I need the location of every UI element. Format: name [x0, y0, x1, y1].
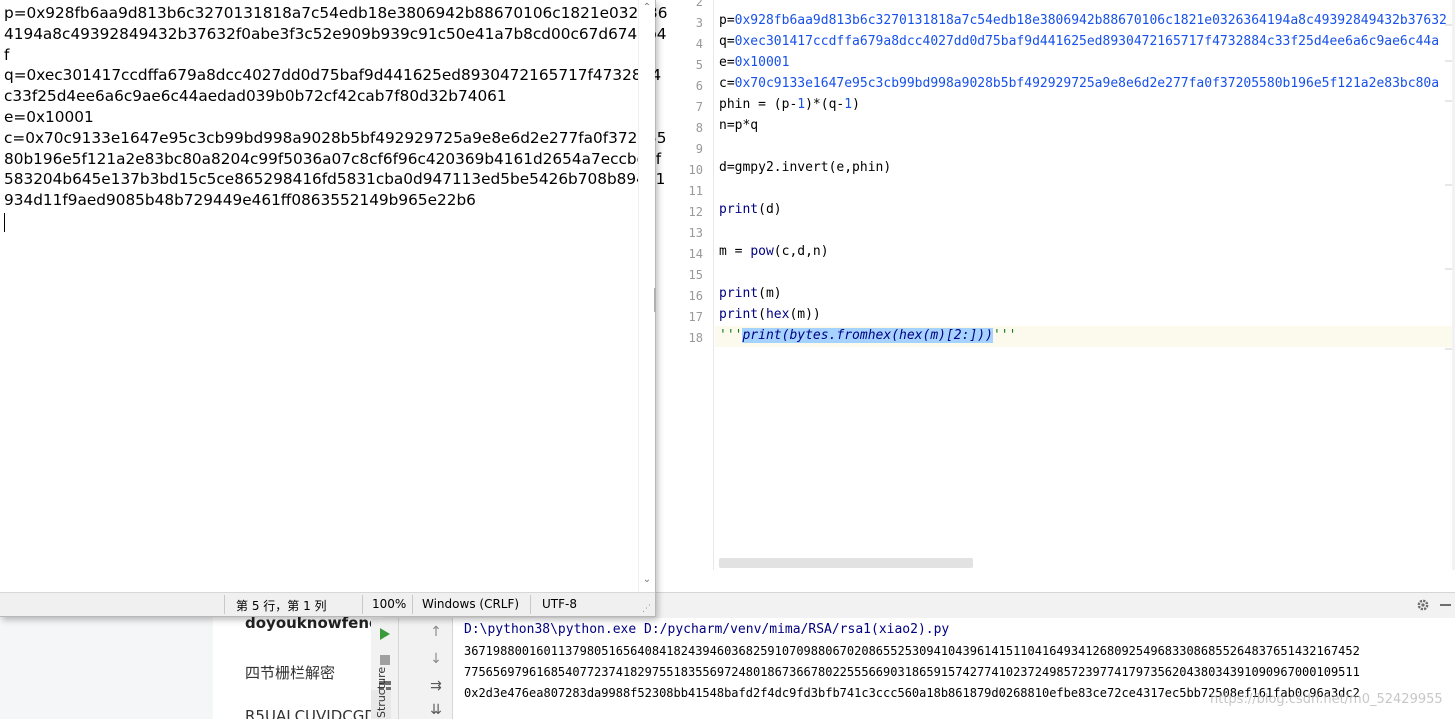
code-token: ''' [992, 328, 1017, 343]
blog-link-2[interactable]: 四节栅栏解密 [245, 662, 371, 683]
code-line-p[interactable]: p=0x928fb6aa9d813b6c3270131818a7c54edb18… [719, 13, 1447, 28]
code-line-print-d[interactable]: print(d) [719, 202, 782, 217]
code-line-m[interactable]: m = pow(c,d,n) [719, 244, 829, 259]
run-console-toolbar: ↑ ↓ ⇉ ⇊ [399, 618, 453, 719]
code-editor[interactable]: 2 3 4 5 6 7 8 9 10 11 12 13 14 15 16 17 … [655, 0, 1455, 592]
scroll-to-end-icon[interactable]: ⇊ [426, 702, 446, 718]
gear-icon[interactable] [1416, 598, 1430, 612]
text-line: f [4, 45, 10, 64]
code-token: pow [750, 244, 774, 259]
code-token: print [719, 307, 759, 322]
code-line-n[interactable]: n=p*q [719, 118, 758, 133]
text-line: 934d11f9aed9085b48b729449e461ff086355214… [4, 191, 476, 210]
code-token: 0x10001 [734, 55, 790, 70]
text-line: 4194a8c49392849432b37632f0abe3f3c52e909b… [4, 24, 667, 43]
code-token: 1 [797, 97, 806, 112]
code-token: 0x70c9133e1647e95c3cb99bd998a9028b5bf492… [734, 76, 1440, 91]
code-token: m = [719, 244, 751, 259]
scrollbar-thumb[interactable] [654, 288, 656, 312]
code-token: p= [719, 13, 735, 28]
arrow-up-icon[interactable]: ↑ [426, 624, 446, 640]
code-token: phin = (p- [719, 97, 798, 112]
code-token: e= [719, 55, 735, 70]
status-divider [224, 595, 225, 614]
resize-grip-icon[interactable]: ⋰ [642, 604, 651, 614]
code-token: (m) [758, 286, 782, 301]
line-number-gutter: 2 3 4 5 6 7 8 9 10 11 12 13 14 15 16 17 … [655, 0, 714, 570]
console-output-line: 7756569796168540772374182975518355697248… [464, 665, 1360, 679]
text-line: p=0x928fb6aa9d813b6c3270131818a7c54edb18… [4, 4, 668, 22]
status-divider [412, 595, 413, 614]
text-line: c33f25d4ee6a6c9ae6c44aedad039b0b72cf42ca… [4, 87, 507, 106]
text-line: c=0x70c9133e1647e95c3cb99bd998a9028b5bf4… [4, 128, 667, 147]
arrow-down-icon[interactable]: ↓ [426, 651, 446, 667]
code-token: d=gmpy2.invert(e,phin) [719, 160, 892, 175]
code-token: 0x928fb6aa9d813b6c3270131818a7c54edb18e3… [734, 13, 1447, 28]
code-line-q[interactable]: q=0xec301417ccdffa679a8dcc4027dd0d75baf9… [719, 34, 1439, 49]
text-line: q=0xec301417ccdffa679a8dcc4027dd0d75baf9… [4, 66, 662, 85]
cursor-position: 第 5 行，第 1 列 [236, 599, 327, 613]
code-token: n=p*q [719, 118, 759, 133]
code-token: 1 [844, 97, 853, 112]
code-token: (c,d,n) [773, 244, 829, 259]
csdn-watermark: https://blog.csdn.net/m0_52429955 [1210, 692, 1443, 707]
text-caret [4, 213, 5, 232]
code-line-print-hex[interactable]: print(hex(m)) [719, 307, 821, 322]
code-token: (d) [758, 202, 782, 217]
code-token: )*(q- [805, 97, 845, 112]
stop-icon[interactable] [380, 655, 390, 665]
line-number: 17 [688, 310, 703, 324]
scroll-up-icon[interactable]: ⌃ [641, 2, 653, 13]
code-token: q= [719, 34, 735, 49]
code-token: 0xec301417ccdffa679a8dcc4027dd0d75baf9d4… [734, 34, 1440, 49]
code-line-e[interactable]: e=0x10001 [719, 55, 789, 70]
line-ending: Windows (CRLF) [422, 597, 520, 611]
code-line-d[interactable]: d=gmpy2.invert(e,phin) [719, 160, 891, 175]
editor-horizontal-scrollbar[interactable] [719, 558, 973, 568]
notepad-status-bar: 第 5 行，第 1 列 100% Windows (CRLF) UTF-8 [0, 592, 655, 616]
notepad-vertical-scrollbar[interactable]: ⌃ ⌄ [638, 0, 655, 592]
line-number: 18 [688, 331, 703, 345]
scroll-down-icon[interactable]: ⌄ [641, 574, 653, 585]
zoom-level: 100% [372, 597, 407, 611]
line-number: 13 [688, 226, 703, 240]
blog-link-3[interactable]: R5UALCUVJDCGD [245, 707, 371, 719]
structure-side-tab[interactable]: Structure [371, 667, 391, 719]
code-token: c= [719, 76, 735, 91]
console-command-line: D:\python38\python.exe D:/pycharm/venv/m… [464, 622, 950, 637]
status-divider [530, 595, 531, 614]
text-line: 583204b645e137b3bd15c5ce865298416fd5831c… [4, 170, 666, 189]
code-line-c[interactable]: c=0x70c9133e1647e95c3cb99bd998a9028b5bf4… [719, 76, 1439, 91]
code-token: ) [852, 97, 860, 112]
minimize-icon[interactable] [1440, 604, 1451, 606]
code-line-print-m[interactable]: print(m) [719, 286, 782, 301]
line-number: 15 [688, 268, 703, 282]
structure-tab-label: Structure [375, 666, 388, 718]
code-line-phin[interactable]: phin = (p-1)*(q-1) [719, 97, 860, 112]
code-area[interactable]: p=0x928fb6aa9d813b6c3270131818a7c54edb18… [715, 0, 1455, 570]
selected-text[interactable]: print(bytes.fromhex(hex(m)[2:])) [742, 328, 993, 343]
text-line: e=0x10001 [4, 107, 94, 126]
file-encoding: UTF-8 [542, 597, 577, 611]
line-number: 7 [695, 100, 703, 114]
line-number: 12 [688, 205, 703, 219]
status-divider [362, 595, 363, 614]
line-number: 5 [695, 58, 703, 72]
code-token: hex [765, 307, 790, 322]
code-token: (m)) [789, 307, 821, 322]
code-line-docstring[interactable]: '''print(bytes.fromhex(hex(m)[2:]))''' [719, 328, 1016, 343]
text-line: 80b196e5f121a2e83bc80a8204c99f5036a07c8c… [4, 149, 662, 168]
soft-wrap-icon[interactable]: ⇉ [426, 678, 446, 694]
code-token: ( [758, 307, 766, 322]
notepad-text-area[interactable]: p=0x928fb6aa9d813b6c3270131818a7c54edb18… [4, 3, 668, 211]
notepad-window[interactable]: p=0x928fb6aa9d813b6c3270131818a7c54edb18… [0, 0, 668, 617]
code-token: print [719, 202, 759, 217]
run-icon[interactable] [379, 628, 391, 640]
line-number: 6 [695, 79, 703, 93]
code-token: print [719, 286, 759, 301]
console-output-line: 3671988001601137980516564084182439460368… [464, 644, 1360, 658]
code-token: ''' [719, 328, 743, 343]
line-number: 16 [688, 289, 703, 303]
line-number: 14 [688, 247, 703, 261]
